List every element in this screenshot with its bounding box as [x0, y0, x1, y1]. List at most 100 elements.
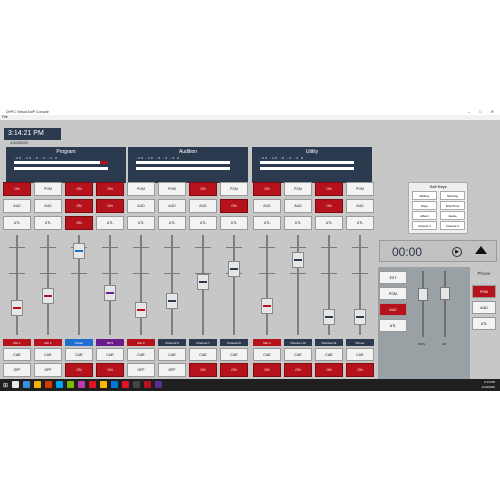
- soft-key[interactable]: Morning: [440, 191, 465, 200]
- channel-on-off-button[interactable]: ON: [284, 363, 312, 377]
- channel-utl-button[interactable]: UTL: [189, 216, 217, 230]
- soft-key[interactable]: Widney: [412, 191, 437, 200]
- channel-aud-button[interactable]: AUD: [346, 199, 374, 213]
- taskbar-app-icon[interactable]: [111, 381, 118, 388]
- channel-on-off-button[interactable]: ON: [346, 363, 374, 377]
- channel-cue-button[interactable]: CUE: [96, 348, 124, 361]
- channel-cue-button[interactable]: CUE: [34, 348, 62, 361]
- fader-knob[interactable]: [42, 288, 54, 304]
- channel-pgm-button[interactable]: PGM: [346, 182, 374, 196]
- channel-aud-button[interactable]: ON: [96, 199, 124, 213]
- taskbar-app-icon[interactable]: [12, 381, 19, 388]
- channel-utl-button[interactable]: UTL: [127, 216, 155, 230]
- fader-knob[interactable]: [228, 261, 240, 277]
- fader-knob[interactable]: [292, 252, 304, 268]
- channel-utl-button[interactable]: UTL: [346, 216, 374, 230]
- channel-cue-button[interactable]: CUE: [346, 348, 374, 361]
- channel-cue-button[interactable]: CUE: [127, 348, 155, 361]
- phone-aud-button[interactable]: AUD: [472, 301, 496, 314]
- channel-aud-button[interactable]: AUD: [3, 199, 31, 213]
- channel-cue-button[interactable]: CUE: [315, 348, 343, 361]
- channel-on-off-button[interactable]: ON: [315, 363, 343, 377]
- fader-knob[interactable]: [135, 302, 147, 318]
- taskbar-app-icon[interactable]: [23, 381, 30, 388]
- channel-pgm-button[interactable]: ON: [3, 182, 31, 196]
- channel-aud-button[interactable]: ON: [315, 199, 343, 213]
- channel-aud-button[interactable]: ON: [220, 199, 248, 213]
- menu-file[interactable]: File: [2, 115, 8, 119]
- taskbar-app-icon[interactable]: [122, 381, 129, 388]
- phone-utl-button[interactable]: UTL: [472, 317, 496, 330]
- channel-utl-button[interactable]: UTL: [315, 216, 343, 230]
- channel-utl-button[interactable]: UTL: [284, 216, 312, 230]
- channel-on-off-button[interactable]: ON: [189, 363, 217, 377]
- channel-aud-button[interactable]: AUD: [284, 199, 312, 213]
- fader-knob[interactable]: [73, 243, 85, 259]
- taskbar-app-icon[interactable]: [34, 381, 41, 388]
- fader-knob[interactable]: [104, 285, 116, 301]
- play-icon[interactable]: ▶: [452, 247, 462, 257]
- soft-key[interactable]: Jessie: [440, 211, 465, 220]
- soft-key[interactable]: Closure 2: [440, 221, 465, 230]
- channel-on-off-button[interactable]: ON: [65, 363, 93, 377]
- fader-knob[interactable]: [197, 274, 209, 290]
- monitor-ext-button[interactable]: EXT: [379, 271, 407, 284]
- fader-knob[interactable]: [11, 300, 23, 316]
- channel-cue-button[interactable]: CUE: [158, 348, 186, 361]
- channel-pgm-button[interactable]: ON: [253, 182, 281, 196]
- taskbar-app-icon[interactable]: [78, 381, 85, 388]
- channel-cue-button[interactable]: CUE: [189, 348, 217, 361]
- channel-utl-button[interactable]: UTL: [96, 216, 124, 230]
- channel-pgm-button[interactable]: ON: [65, 182, 93, 196]
- taskbar-app-icon[interactable]: [144, 381, 151, 388]
- soft-key[interactable]: Closure 1: [412, 221, 437, 230]
- channel-aud-button[interactable]: AUD: [34, 199, 62, 213]
- taskbar-app-icon[interactable]: [45, 381, 52, 388]
- monitor-aud-button[interactable]: AUD: [379, 303, 407, 316]
- channel-on-off-button[interactable]: OFF: [3, 363, 31, 377]
- monitor-pgm-button[interactable]: PGM: [379, 287, 407, 300]
- fader-knob[interactable]: [323, 309, 335, 325]
- channel-aud-button[interactable]: AUD: [253, 199, 281, 213]
- channel-on-off-button[interactable]: OFF: [127, 363, 155, 377]
- taskbar-clock[interactable]: 3:14 PM 1/10/2020: [482, 380, 495, 389]
- channel-aud-button[interactable]: AUD: [127, 199, 155, 213]
- channel-aud-button[interactable]: AUD: [158, 199, 186, 213]
- windows-start-icon[interactable]: ⊞: [3, 382, 8, 389]
- taskbar-app-icon[interactable]: [67, 381, 74, 388]
- fader-knob[interactable]: [354, 309, 366, 325]
- taskbar-app-icon[interactable]: [155, 381, 162, 388]
- channel-pgm-button[interactable]: PGM: [34, 182, 62, 196]
- channel-on-off-button[interactable]: OFF: [158, 363, 186, 377]
- taskbar-app-icon[interactable]: [100, 381, 107, 388]
- channel-pgm-button[interactable]: PGM: [220, 182, 248, 196]
- taskbar-app-icon[interactable]: [89, 381, 96, 388]
- headphone-fader-knob[interactable]: [440, 287, 450, 300]
- channel-utl-button[interactable]: UTL: [3, 216, 31, 230]
- channel-pgm-button[interactable]: ON: [96, 182, 124, 196]
- channel-pgm-button[interactable]: PGM: [158, 182, 186, 196]
- channel-utl-button[interactable]: UTL: [220, 216, 248, 230]
- monitor-utl-button[interactable]: UTL: [379, 319, 407, 332]
- channel-on-off-button[interactable]: ON: [96, 363, 124, 377]
- channel-on-off-button[interactable]: ON: [253, 363, 281, 377]
- channel-aud-button[interactable]: AUD: [189, 199, 217, 213]
- channel-pgm-button[interactable]: PGM: [127, 182, 155, 196]
- monitor-fader-knob[interactable]: [418, 288, 428, 301]
- fader-knob[interactable]: [261, 298, 273, 314]
- taskbar-app-icon[interactable]: [56, 381, 63, 388]
- soft-key[interactable]: Album: [412, 211, 437, 220]
- channel-pgm-button[interactable]: ON: [315, 182, 343, 196]
- soft-key[interactable]: DriveTime: [440, 201, 465, 210]
- channel-cue-button[interactable]: CUE: [3, 348, 31, 361]
- soft-key[interactable]: Pepe: [412, 201, 437, 210]
- channel-cue-button[interactable]: CUE: [220, 348, 248, 361]
- channel-aud-button[interactable]: ON: [65, 199, 93, 213]
- fader-knob[interactable]: [166, 293, 178, 309]
- channel-pgm-button[interactable]: PGM: [284, 182, 312, 196]
- phone-pgm-button[interactable]: PGM: [472, 285, 496, 298]
- arrow-up-icon[interactable]: [475, 246, 487, 254]
- taskbar-app-icon[interactable]: [133, 381, 140, 388]
- channel-cue-button[interactable]: CUE: [65, 348, 93, 361]
- channel-on-off-button[interactable]: OFF: [34, 363, 62, 377]
